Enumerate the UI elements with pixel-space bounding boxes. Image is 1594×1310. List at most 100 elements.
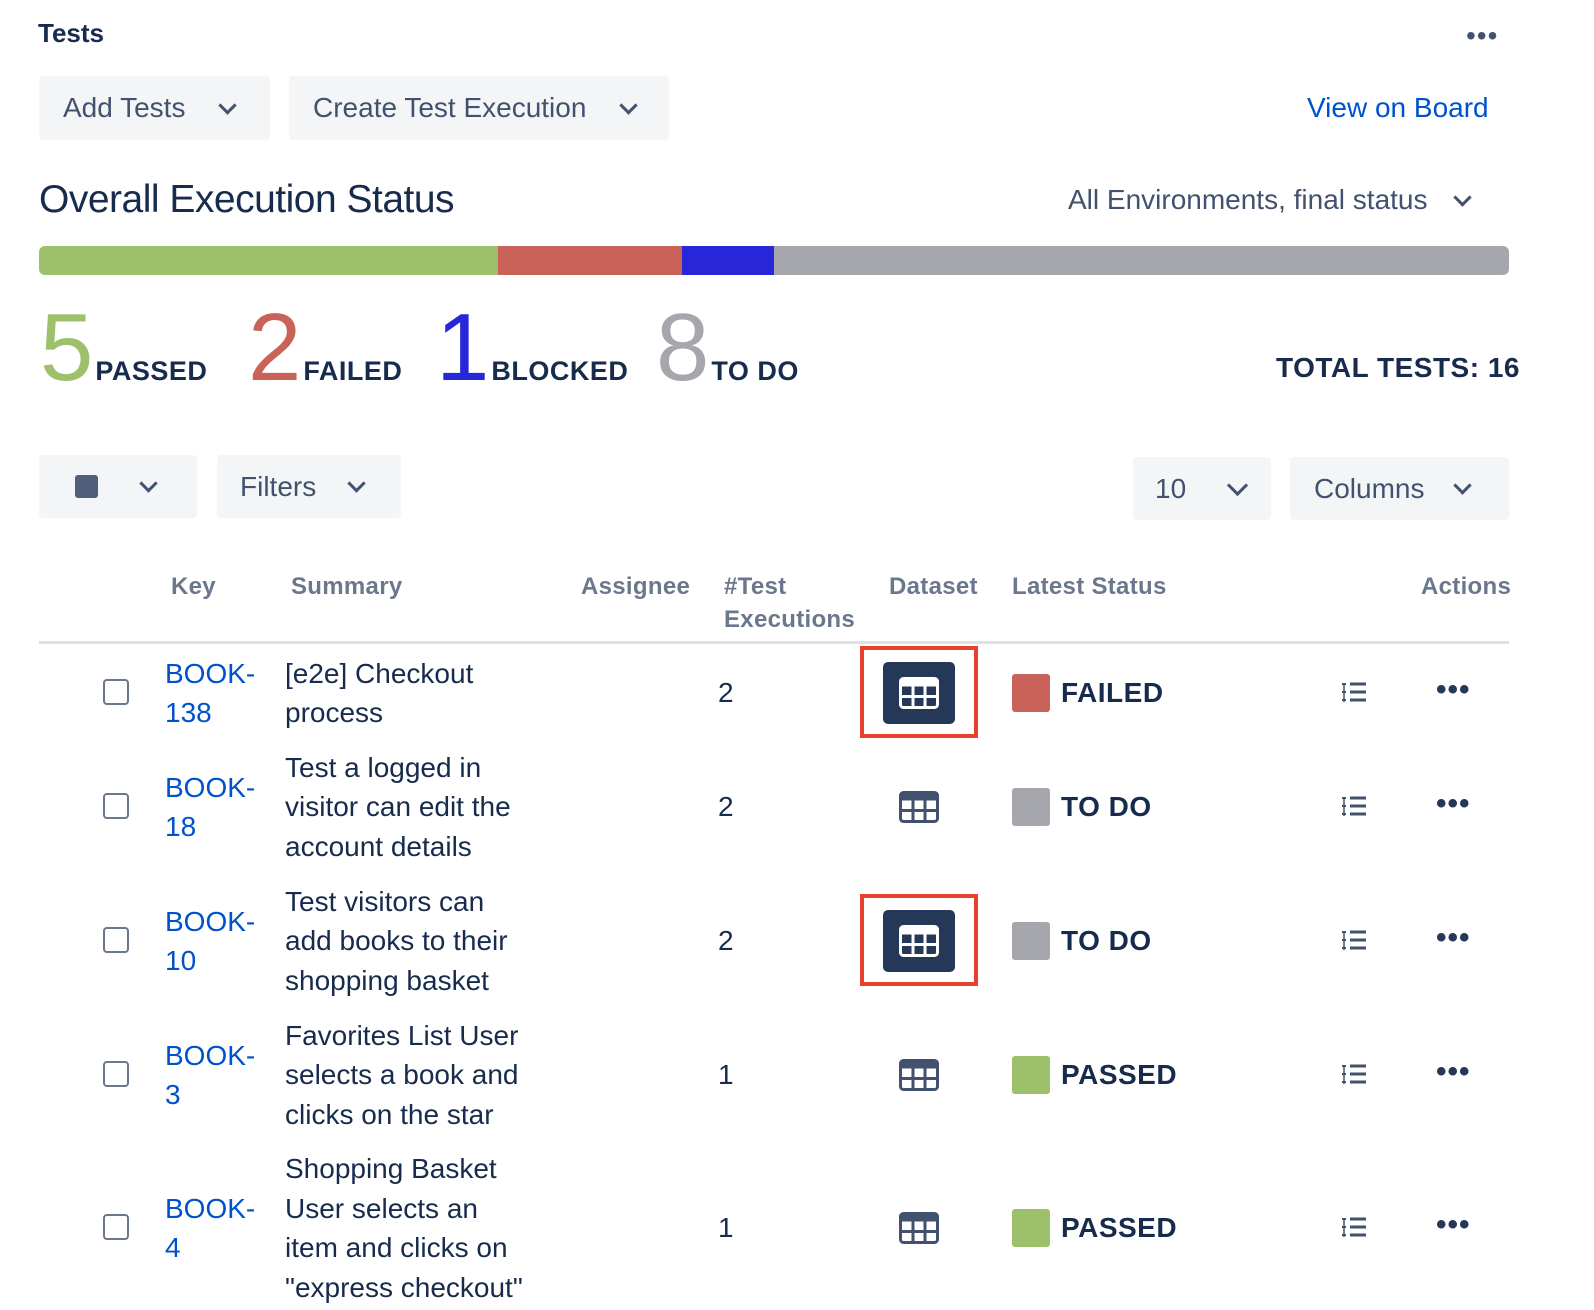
row-actions-more-icon[interactable]: •••: [1436, 1210, 1471, 1240]
filters-label: Filters: [240, 470, 317, 502]
overall-status-title: Overall Execution Status: [39, 178, 455, 221]
dataset-grid-icon[interactable]: [883, 662, 955, 724]
row-checkbox[interactable]: [103, 1061, 129, 1087]
latest-status-label: TO DO: [1061, 925, 1152, 956]
select-all-dropdown[interactable]: [39, 455, 197, 518]
issue-key-link[interactable]: BOOK- 138: [165, 654, 255, 733]
stat-todo-label: TO DO: [711, 356, 799, 386]
view-on-board-link[interactable]: View on Board: [1307, 92, 1489, 124]
table-header-divider: [39, 641, 1509, 644]
panel-title: Tests: [38, 18, 104, 48]
add-tests-label: Add Tests: [63, 92, 186, 123]
status-color-swatch: [1012, 1209, 1050, 1247]
dataset-grid-icon[interactable]: [883, 1044, 955, 1106]
issue-key-prefix: BOOK-: [165, 1039, 256, 1071]
test-summary-line: process: [285, 697, 384, 728]
test-steps-list-icon[interactable]: [1341, 929, 1367, 958]
issue-key-link[interactable]: BOOK- 10: [165, 902, 255, 981]
issue-key-link[interactable]: BOOK- 4: [165, 1189, 255, 1268]
create-test-execution-label: Create Test Execution: [313, 92, 587, 123]
test-executions-count: 2: [718, 677, 734, 708]
column-header-summary[interactable]: Summary: [291, 570, 402, 603]
stat-failed: 2 FAILED: [248, 300, 402, 396]
row-actions-more-icon[interactable]: •••: [1436, 1057, 1471, 1087]
issue-key-link[interactable]: BOOK- 18: [165, 768, 255, 847]
test-executions-count: 2: [718, 925, 734, 956]
stat-failed-label: FAILED: [303, 356, 403, 386]
row-actions-more-icon[interactable]: •••: [1436, 675, 1471, 705]
stat-todo: 8 TO DO: [656, 300, 799, 396]
test-summary-line: Test a logged in: [285, 751, 482, 783]
column-header-latest-status[interactable]: Latest Status: [1012, 570, 1167, 603]
panel-more-icon[interactable]: •••: [1466, 18, 1498, 54]
latest-status-label: TO DO: [1061, 791, 1152, 822]
row-actions-more-icon[interactable]: •••: [1436, 923, 1471, 953]
column-header-test-executions[interactable]: #Test Executions: [724, 570, 855, 636]
test-summary-line: clicks on the star: [285, 1098, 494, 1130]
status-bar-blocked: [682, 246, 774, 275]
dataset-grid-icon[interactable]: [883, 1197, 955, 1259]
chevron-down-icon: [1453, 476, 1473, 495]
stat-passed-count: 5: [40, 294, 94, 401]
stat-blocked-count: 1: [436, 294, 490, 401]
test-steps-list-icon[interactable]: [1341, 1063, 1367, 1092]
chevron-down-icon: [619, 95, 639, 115]
row-checkbox[interactable]: [103, 793, 129, 819]
test-summary-line: [e2e] Checkout: [285, 657, 474, 689]
test-summary-line: Test visitors can: [285, 885, 485, 917]
test-summary-line: Favorites List User: [285, 1019, 519, 1051]
issue-key-number: 3: [165, 1079, 181, 1110]
stat-blocked-label: BLOCKED: [491, 356, 629, 386]
issue-key-number: 4: [165, 1232, 181, 1263]
filters-button[interactable]: Filters: [217, 455, 401, 518]
issue-key-prefix: BOOK-: [165, 657, 256, 689]
add-tests-button[interactable]: Add Tests: [39, 76, 270, 140]
chevron-down-icon: [347, 474, 366, 493]
row-checkbox[interactable]: [103, 927, 129, 953]
status-color-swatch: [1012, 674, 1050, 712]
column-header-key[interactable]: Key: [171, 570, 216, 603]
column-header-assignee[interactable]: Assignee: [581, 570, 690, 603]
row-checkbox[interactable]: [103, 679, 129, 705]
row-checkbox[interactable]: [103, 1214, 129, 1240]
test-summary: Favorites List User selects a book and cli…: [285, 1016, 555, 1135]
test-summary-line: account details: [285, 830, 472, 862]
environment-select[interactable]: All Environments, final status: [1068, 184, 1472, 216]
row-actions-more-icon[interactable]: •••: [1436, 789, 1471, 819]
test-steps-list-icon[interactable]: [1341, 1216, 1367, 1245]
issue-key-prefix: BOOK-: [165, 1192, 256, 1224]
column-header-dataset[interactable]: Dataset: [889, 570, 978, 603]
chevron-down-icon: [1452, 187, 1472, 207]
dataset-grid-icon[interactable]: [883, 776, 955, 838]
test-summary-line: User selects an: [285, 1192, 478, 1224]
issue-key-prefix: BOOK-: [165, 905, 256, 937]
columns-button[interactable]: Columns: [1290, 457, 1509, 520]
issue-key-number: 10: [165, 945, 197, 976]
issue-key-prefix: BOOK-: [165, 771, 256, 803]
column-header-test-executions-line1: #Test: [724, 573, 787, 600]
execution-status-bar: [39, 246, 1509, 275]
latest-status-label: PASSED: [1061, 1059, 1178, 1090]
chevron-down-icon: [218, 95, 238, 115]
test-summary: Test visitors can add books to their shopp…: [285, 882, 555, 1001]
column-header-actions: Actions: [1421, 573, 1512, 600]
page-size-value: 10: [1155, 472, 1187, 504]
status-color-swatch: [1012, 788, 1050, 826]
status-bar-todo: [774, 246, 1509, 275]
test-executions-count: 2: [718, 791, 734, 822]
test-steps-list-icon[interactable]: [1341, 681, 1367, 710]
column-header-test-executions-line2: Executions: [724, 606, 856, 633]
issue-key-link[interactable]: BOOK- 3: [165, 1036, 255, 1115]
status-bar-passed: [39, 246, 499, 275]
test-executions-count: 1: [718, 1059, 734, 1090]
create-test-execution-button[interactable]: Create Test Execution: [289, 76, 669, 140]
test-summary-line: "express checkout": [285, 1271, 523, 1303]
page-size-select[interactable]: 10: [1133, 457, 1271, 520]
test-summary-line: Shopping Basket: [285, 1153, 497, 1184]
chevron-down-icon: [1227, 474, 1249, 497]
select-all-checkbox[interactable]: [75, 475, 98, 498]
dataset-grid-icon[interactable]: [883, 910, 955, 972]
latest-status-label: FAILED: [1061, 677, 1164, 708]
test-steps-list-icon[interactable]: [1341, 795, 1367, 824]
test-summary: Shopping Basket User selects an item and c…: [285, 1149, 555, 1307]
